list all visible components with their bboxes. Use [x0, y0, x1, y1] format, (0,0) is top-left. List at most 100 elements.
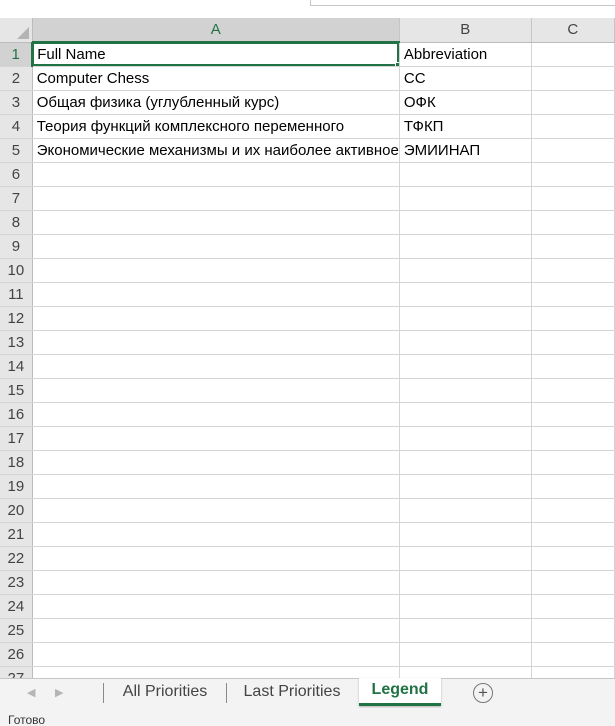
row-header[interactable]: 24 — [0, 594, 33, 619]
cell-c[interactable] — [531, 186, 615, 211]
cell-c[interactable] — [531, 90, 615, 115]
cell-b[interactable] — [399, 546, 532, 571]
cell-a[interactable] — [32, 594, 400, 619]
cell-a[interactable] — [32, 162, 400, 187]
cell-a[interactable] — [32, 426, 400, 451]
cell-b[interactable] — [399, 426, 532, 451]
column-header-a[interactable]: A — [32, 18, 400, 43]
cell-a[interactable] — [32, 210, 400, 235]
row-header[interactable]: 26 — [0, 642, 33, 667]
cell-b[interactable] — [399, 330, 532, 355]
cell-b[interactable] — [399, 450, 532, 475]
scroll-tabs-right-icon[interactable]: ▶ — [55, 686, 63, 699]
cell-a[interactable] — [32, 354, 400, 379]
scroll-tabs-left-icon[interactable]: ◀ — [27, 686, 35, 699]
tab-last-priorities[interactable]: Last Priorities — [227, 681, 357, 705]
row-header[interactable]: 7 — [0, 186, 33, 211]
cell-a[interactable]: Теория функций комплексного переменного — [32, 114, 400, 139]
row-header[interactable]: 17 — [0, 426, 33, 451]
cell-c[interactable] — [531, 474, 615, 499]
cell-c[interactable] — [531, 498, 615, 523]
cell-c[interactable] — [531, 162, 615, 187]
cell-b[interactable]: ТФКП — [399, 114, 532, 139]
cell-b[interactable] — [399, 378, 532, 403]
cell-a[interactable]: Общая физика (углубленный курс) — [32, 90, 400, 115]
cell-a[interactable] — [32, 378, 400, 403]
row-header[interactable]: 8 — [0, 210, 33, 235]
cell-c[interactable] — [531, 594, 615, 619]
row-header[interactable]: 22 — [0, 546, 33, 571]
row-header[interactable]: 18 — [0, 450, 33, 475]
row-header[interactable]: 19 — [0, 474, 33, 499]
cell-b[interactable]: ЭМИИНАП — [399, 138, 532, 163]
column-header-c[interactable]: C — [531, 18, 615, 43]
cell-c[interactable] — [531, 354, 615, 379]
cell-a[interactable] — [32, 474, 400, 499]
cell-a[interactable] — [32, 546, 400, 571]
fill-handle[interactable] — [394, 61, 399, 65]
cell-b[interactable] — [399, 642, 532, 667]
cell-c[interactable] — [531, 258, 615, 283]
cell-b[interactable] — [399, 354, 532, 379]
cell-b[interactable] — [399, 162, 532, 187]
cell-c[interactable] — [531, 402, 615, 427]
cell-a[interactable]: Экономические механизмы и их наиболее ак… — [32, 138, 400, 163]
cell-a[interactable] — [32, 330, 400, 355]
column-header-b[interactable]: B — [399, 18, 532, 43]
cell-b[interactable] — [399, 186, 532, 211]
cell-a[interactable] — [32, 258, 400, 283]
cell-c[interactable] — [531, 642, 615, 667]
tab-all-priorities[interactable]: All Priorities — [104, 681, 226, 705]
cell-a[interactable] — [32, 570, 400, 595]
row-header[interactable]: 23 — [0, 570, 33, 595]
row-header[interactable]: 25 — [0, 618, 33, 643]
cell-c[interactable] — [531, 306, 615, 331]
cell-a[interactable] — [32, 234, 400, 259]
cell-c[interactable] — [531, 234, 615, 259]
cell-c[interactable] — [531, 426, 615, 451]
cell-b[interactable] — [399, 258, 532, 283]
cell-c[interactable] — [531, 666, 615, 678]
cell-b[interactable] — [399, 402, 532, 427]
tab-legend[interactable]: Legend — [359, 678, 441, 706]
cell-a[interactable] — [32, 450, 400, 475]
row-header[interactable]: 14 — [0, 354, 33, 379]
cell-a[interactable]: Full Name — [32, 42, 400, 67]
cell-a[interactable] — [32, 498, 400, 523]
row-header[interactable]: 4 — [0, 114, 33, 139]
row-header[interactable]: 21 — [0, 522, 33, 547]
row-header[interactable]: 2 — [0, 66, 33, 91]
spreadsheet-grid[interactable]: A B C 1 Full Name Abbreviation 2 Computer Ch… — [0, 18, 615, 678]
cell-a[interactable] — [32, 666, 400, 678]
row-header[interactable]: 10 — [0, 258, 33, 283]
cell-b[interactable]: Abbreviation — [399, 42, 532, 67]
cell-c[interactable] — [531, 114, 615, 139]
row-header[interactable]: 3 — [0, 90, 33, 115]
row-header[interactable]: 6 — [0, 162, 33, 187]
row-header[interactable]: 27 — [0, 666, 33, 678]
row-header[interactable]: 5 — [0, 138, 33, 163]
row-header[interactable]: 1 — [0, 42, 34, 67]
cell-b[interactable] — [399, 594, 532, 619]
select-all-button[interactable] — [0, 18, 33, 43]
row-header[interactable]: 11 — [0, 282, 33, 307]
cell-b[interactable] — [399, 474, 532, 499]
cell-c[interactable] — [531, 210, 615, 235]
cell-b[interactable]: CC — [399, 66, 532, 91]
cell-a[interactable] — [32, 402, 400, 427]
cell-b[interactable] — [399, 210, 532, 235]
cell-a[interactable] — [32, 282, 400, 307]
row-header[interactable]: 12 — [0, 306, 33, 331]
cell-c[interactable] — [531, 618, 615, 643]
row-header[interactable]: 20 — [0, 498, 33, 523]
cell-b[interactable] — [399, 522, 532, 547]
cell-c[interactable] — [531, 450, 615, 475]
cell-b[interactable]: ОФК — [399, 90, 532, 115]
cell-b[interactable] — [399, 498, 532, 523]
cell-b[interactable] — [399, 234, 532, 259]
cell-a[interactable] — [32, 186, 400, 211]
cell-b[interactable] — [399, 282, 532, 307]
cell-c[interactable] — [531, 330, 615, 355]
cell-c[interactable] — [531, 522, 615, 547]
cell-a[interactable] — [32, 522, 400, 547]
